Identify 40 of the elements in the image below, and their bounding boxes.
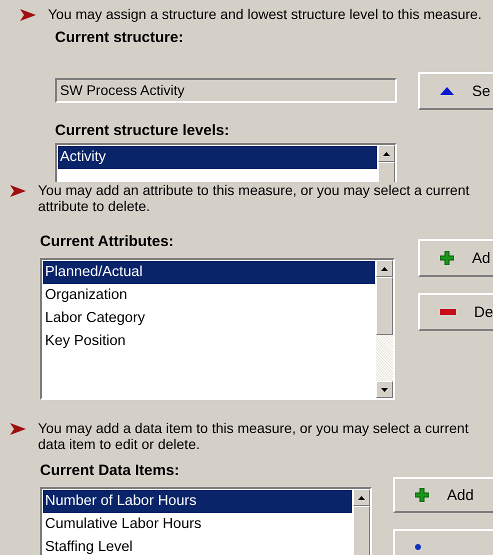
instruction-text: You may assign a structure and lowest structure level to this measure. <box>48 6 483 23</box>
caret-icon <box>381 266 388 270</box>
caret-icon <box>358 496 365 500</box>
field-label: Current structure: <box>55 29 184 46</box>
list-item[interactable]: Planned/Actual <box>43 261 375 284</box>
dot-icon <box>415 544 421 550</box>
list-item[interactable]: Key Position <box>43 330 375 353</box>
list-label: Current Attributes: <box>40 233 175 250</box>
button[interactable]: Ad <box>418 239 493 277</box>
list-item[interactable]: Activity <box>58 146 377 169</box>
list-item[interactable]: Staffing Level <box>43 536 352 555</box>
caret-icon <box>383 152 390 156</box>
scroll-down-button[interactable] <box>376 381 393 398</box>
list-label: Current Data Items: <box>40 462 180 479</box>
triangle-icon <box>440 87 454 95</box>
button[interactable]: Se <box>418 72 493 110</box>
arrowhead-icon <box>10 185 26 197</box>
list-item[interactable]: Organization <box>43 284 375 307</box>
list-item[interactable]: Cumulative Labor Hours <box>43 513 352 536</box>
structure-field[interactable]: SW Process Activity <box>55 78 397 103</box>
arrowhead-icon <box>10 423 26 435</box>
scroll-thumb[interactable] <box>376 277 393 335</box>
plus-icon <box>415 488 429 502</box>
plus-icon <box>440 251 454 265</box>
arrowhead-icon <box>20 9 36 21</box>
list-box[interactable]: Number of Labor Hours Cumulative Labor Hours Staffing Level <box>40 487 372 555</box>
caret-icon <box>381 388 388 392</box>
list-item[interactable]: Number of Labor Hours <box>43 490 352 513</box>
instruction-text: You may add an attribute to this measure, or you may select a current attribute to delete. <box>38 182 470 214</box>
scroll-up-button[interactable] <box>376 260 393 277</box>
list-item[interactable]: Labor Category <box>43 307 375 330</box>
button[interactable]: De <box>418 293 493 331</box>
button[interactable]: Add <box>393 477 493 513</box>
instruction-text: You may add a data item to this measure, or you may select a current data item to edit or delete. <box>38 420 470 452</box>
list-box[interactable]: Activity <box>55 143 397 182</box>
list-label: Current structure levels: <box>55 122 230 139</box>
scroll-up-button[interactable] <box>378 145 395 162</box>
list-box[interactable]: Planned/Actual Organization Labor Category Key Position <box>40 258 395 400</box>
minus-icon <box>440 309 456 315</box>
scroll-up-button[interactable] <box>353 489 370 506</box>
